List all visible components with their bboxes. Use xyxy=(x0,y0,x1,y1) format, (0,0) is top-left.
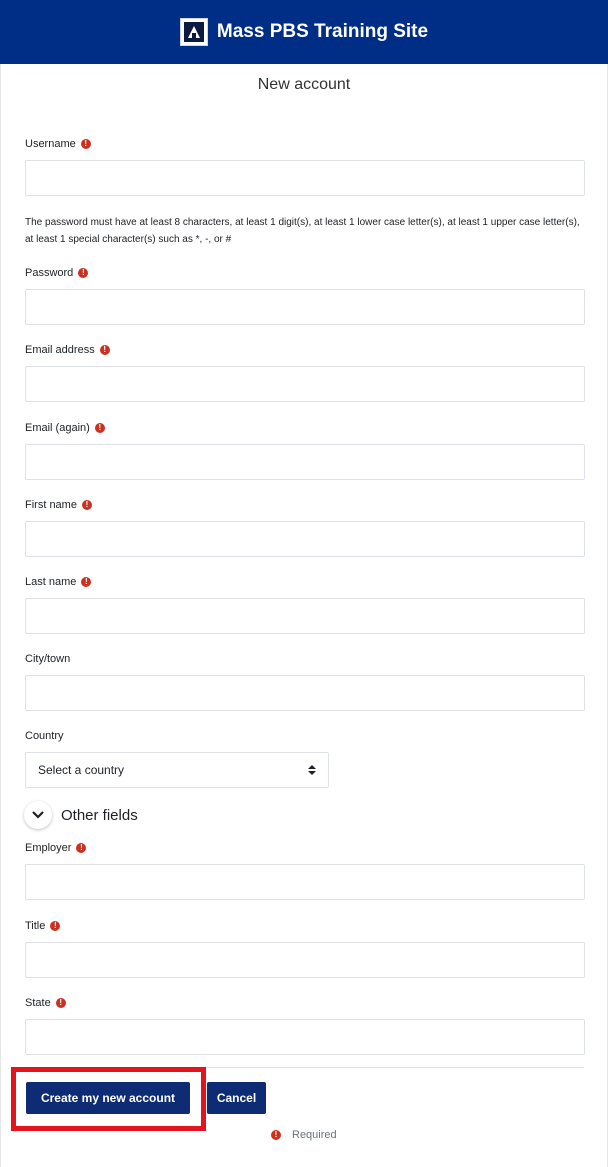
email-input[interactable] xyxy=(25,366,585,402)
email-again-label: Email (again) ! xyxy=(25,422,105,434)
email-again-input[interactable] xyxy=(25,444,585,480)
required-icon: ! xyxy=(78,268,89,278)
city-input[interactable] xyxy=(25,675,585,711)
employer-input[interactable] xyxy=(25,864,585,900)
country-label: Country xyxy=(25,730,64,742)
last-name-label: Last name ! xyxy=(25,576,92,588)
title-input[interactable] xyxy=(25,942,585,978)
required-icon: ! xyxy=(81,577,92,587)
select-arrows-icon xyxy=(308,765,316,775)
required-icon: ! xyxy=(81,500,92,510)
required-icon: ! xyxy=(271,1130,281,1140)
username-input[interactable] xyxy=(25,160,585,196)
first-name-label: First name ! xyxy=(25,499,92,511)
city-label: City/town xyxy=(25,653,71,665)
state-input[interactable] xyxy=(25,1019,585,1055)
required-icon: ! xyxy=(55,998,66,1008)
email-label: Email address ! xyxy=(25,344,110,356)
title-label: Title ! xyxy=(25,920,61,932)
password-label: Password ! xyxy=(25,267,89,279)
country-select-value: Select a country xyxy=(38,763,125,777)
password-policy-text: The password must have at least 8 charac… xyxy=(25,217,580,245)
required-icon: ! xyxy=(76,843,87,853)
site-name[interactable]: Mass PBS Training Site xyxy=(217,21,428,43)
first-name-input[interactable] xyxy=(25,521,585,557)
chevron-down-icon[interactable] xyxy=(24,801,52,829)
required-legend: ! Required xyxy=(271,1129,337,1141)
password-input[interactable] xyxy=(25,289,585,325)
employer-label: Employer ! xyxy=(25,842,87,854)
required-icon: ! xyxy=(99,345,110,355)
required-icon: ! xyxy=(80,139,91,149)
page-title: New account xyxy=(257,76,351,93)
other-fields-title: Other fields xyxy=(61,806,138,824)
cancel-button[interactable]: Cancel xyxy=(207,1082,266,1114)
state-label: State ! xyxy=(25,997,66,1009)
required-icon: ! xyxy=(50,921,61,931)
other-fields-section[interactable]: Other fields xyxy=(24,801,138,829)
left-border xyxy=(0,64,1,1167)
mass-pbs-logo-icon[interactable] xyxy=(179,18,208,46)
required-icon: ! xyxy=(94,423,105,433)
highlight-box xyxy=(11,1067,206,1131)
site-header: Mass PBS Training Site xyxy=(0,0,608,64)
last-name-input[interactable] xyxy=(25,598,585,634)
country-select[interactable]: Select a country xyxy=(25,752,329,788)
username-label: Username ! xyxy=(25,138,91,150)
